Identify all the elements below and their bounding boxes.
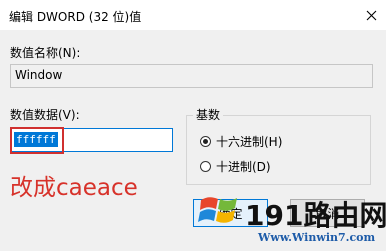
window-title: 编辑 DWORD (32 位)值 (9, 10, 142, 24)
value-name-text: Window (15, 68, 63, 82)
watermark-site-text: 191路由网 (245, 199, 386, 232)
title-bar: 编辑 DWORD (32 位)值 (0, 0, 386, 30)
radio-decimal-label: 十进制(D) (216, 160, 271, 174)
value-name-field[interactable]: Window (10, 64, 373, 88)
radio-checked-icon (200, 136, 211, 147)
radio-hexadecimal[interactable]: 十六进制(H) (200, 133, 282, 150)
highlight-box (10, 127, 64, 154)
close-button[interactable] (356, 0, 386, 30)
radio-hexadecimal-label: 十六进制(H) (216, 135, 283, 149)
annotation-text: 改成caeace (10, 175, 138, 201)
windows-logo-icon (198, 197, 237, 223)
radio-unchecked-icon (200, 161, 211, 172)
value-data-label: 数值数据(V): (10, 108, 80, 122)
close-icon (366, 10, 376, 20)
value-name-label: 数值名称(N): (10, 46, 81, 60)
radio-decimal[interactable]: 十进制(D) (200, 158, 271, 175)
base-group-label: 基数 (193, 106, 224, 123)
watermark-url-text: Www.Winwin7.com (258, 231, 376, 244)
